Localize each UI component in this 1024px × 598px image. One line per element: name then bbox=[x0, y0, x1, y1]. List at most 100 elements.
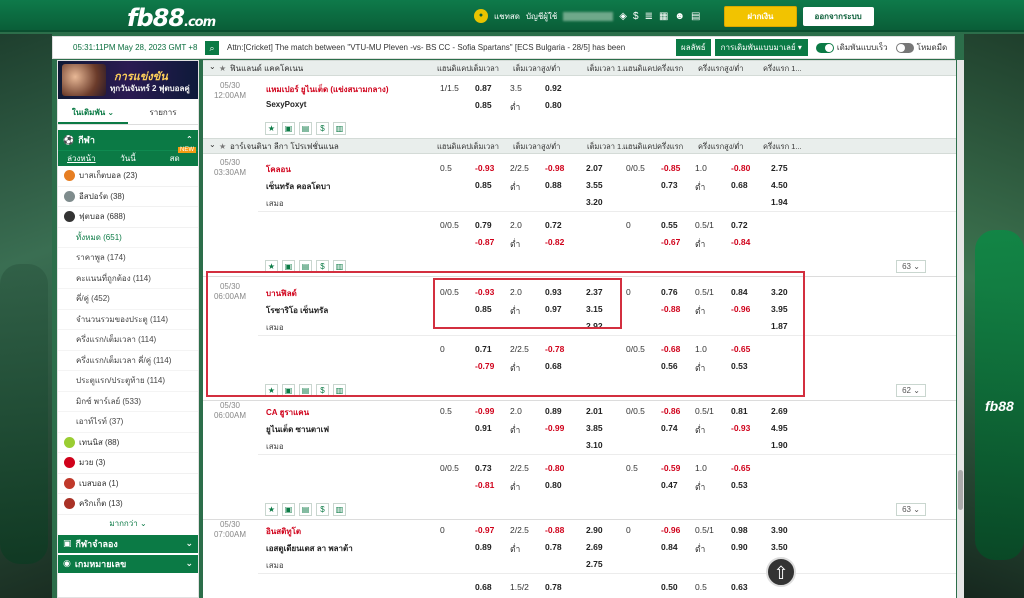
football-market-item[interactable]: ครึ่งแรก/เต็มเวลา คี่/คู่ (114) bbox=[58, 351, 198, 371]
odds-price[interactable]: -0.96 bbox=[661, 525, 680, 535]
sidebar-sport-item[interactable]: คริกเก็ต (13) bbox=[58, 494, 198, 515]
chevron-down-icon[interactable]: ⌄ bbox=[209, 140, 216, 149]
dollar-icon[interactable]: $ bbox=[633, 11, 639, 22]
odds-price[interactable]: 0.89 bbox=[545, 406, 562, 416]
sport-section-header[interactable]: ⚽ กีฬา ⌄ bbox=[58, 130, 198, 150]
odds-price[interactable]: 3.90 bbox=[771, 525, 788, 535]
cashout-icon[interactable]: $ bbox=[316, 503, 329, 516]
odds-price[interactable]: 2.75 bbox=[586, 559, 603, 569]
chart-icon[interactable]: ▥ bbox=[333, 122, 346, 135]
news-ticker[interactable]: Attn:[Cricket] The match between "VTU-MU… bbox=[227, 43, 671, 52]
odds-price[interactable]: 3.20 bbox=[586, 197, 603, 207]
odds-price[interactable]: 0.72 bbox=[545, 220, 562, 230]
odds-price[interactable]: 0.68 bbox=[731, 180, 748, 190]
football-market-item[interactable]: จำนวนรวมของประตู (114) bbox=[58, 310, 198, 330]
odds-price[interactable]: 0.88 bbox=[545, 180, 562, 190]
odds-price[interactable]: 0.98 bbox=[731, 525, 748, 535]
football-market-item[interactable]: ราคาพูล (174) bbox=[58, 248, 198, 269]
football-market-item[interactable]: ทั้งหมด (651) bbox=[58, 228, 198, 248]
odds-type-select[interactable]: การเดิมพันแบบมาเลย์ ▾ bbox=[714, 39, 808, 56]
dark-mode-toggle[interactable] bbox=[895, 42, 914, 53]
subtab-live[interactable]: สด bbox=[151, 152, 198, 165]
league-header[interactable]: ⌄ ★ ฟินแลนด์ แคคโคเนน แฮนดิแคปเต็มเวลา เต็มเ… bbox=[203, 60, 956, 76]
odds-price[interactable]: -0.85 bbox=[661, 163, 680, 173]
live-tv-icon[interactable]: ▣ bbox=[282, 122, 295, 135]
deposit-button[interactable]: ฝากเงิน bbox=[724, 5, 797, 27]
odds-price[interactable]: 0.79 bbox=[475, 220, 492, 230]
odds-price[interactable]: 3.50 bbox=[771, 542, 788, 552]
odds-price[interactable]: 3.55 bbox=[586, 180, 603, 190]
results-button[interactable]: ผลลัพธ์ bbox=[676, 39, 711, 56]
odds-price[interactable]: 0.90 bbox=[731, 542, 748, 552]
stats-icon[interactable]: ▤ bbox=[299, 503, 312, 516]
odds-price[interactable]: 0.87 bbox=[475, 83, 492, 93]
quick-bet-toggle[interactable] bbox=[815, 42, 834, 53]
league-header[interactable]: ⌄ ★ อาร์เจนตินา ลีกา โปรเฟชั่นแนล แฮนดิแคปเ… bbox=[203, 138, 956, 154]
more-markets-button[interactable]: 63 ⌄ bbox=[896, 503, 926, 516]
football-market-item[interactable]: คี่/คู่ (452) bbox=[58, 289, 198, 310]
tab-in-bet[interactable]: ในเดิมพัน ⌄ bbox=[58, 101, 128, 124]
odds-price[interactable]: 2.69 bbox=[586, 542, 603, 552]
favorite-icon[interactable]: ★ bbox=[265, 503, 278, 516]
more-markets-button[interactable]: 63 ⌄ bbox=[896, 260, 926, 273]
logout-button[interactable]: ออกจากระบบ bbox=[802, 6, 874, 26]
odds-price[interactable]: 0.80 bbox=[545, 100, 562, 110]
odds-price[interactable]: -0.97 bbox=[475, 525, 494, 535]
odds-price[interactable]: 0.73 bbox=[475, 463, 492, 473]
odds-price[interactable]: 0.92 bbox=[545, 83, 562, 93]
odds-price[interactable]: 2.01 bbox=[586, 406, 603, 416]
odds-price[interactable]: 0.81 bbox=[731, 406, 748, 416]
balance-icon[interactable]: ◈ bbox=[619, 11, 627, 22]
live-chat-link[interactable]: แชทสด bbox=[494, 10, 520, 23]
odds-price[interactable]: 0.74 bbox=[661, 423, 678, 433]
sidebar-sport-item[interactable]: บาสเก็ตบอล (23) bbox=[58, 166, 198, 187]
odds-price[interactable]: -0.82 bbox=[545, 237, 564, 247]
sports-icon[interactable]: ≣ bbox=[645, 11, 653, 22]
odds-price[interactable]: 0.78 bbox=[545, 542, 562, 552]
user-icon[interactable]: ☻ bbox=[674, 11, 685, 22]
odds-price[interactable]: -0.80 bbox=[731, 163, 750, 173]
vip-icon[interactable]: ▦ bbox=[659, 11, 668, 22]
odds-price[interactable]: -0.59 bbox=[661, 463, 680, 473]
odds-price[interactable]: 1.90 bbox=[771, 440, 788, 450]
sidebar-sport-item[interactable]: มวย (3) bbox=[58, 453, 198, 474]
odds-price[interactable]: 0.85 bbox=[475, 180, 492, 190]
number-game-header[interactable]: ◉ เกมหมายเลข ⌄ bbox=[58, 554, 198, 573]
football-market-item[interactable]: ครึ่งแรก/เต็มเวลา (114) bbox=[58, 330, 198, 351]
odds-price[interactable]: 0.72 bbox=[731, 220, 748, 230]
odds-price[interactable]: 2.07 bbox=[586, 163, 603, 173]
live-chat-icon[interactable]: ● bbox=[474, 9, 488, 23]
odds-price[interactable]: -0.88 bbox=[545, 525, 564, 535]
odds-price[interactable]: -0.67 bbox=[661, 237, 680, 247]
odds-price[interactable]: 2.69 bbox=[771, 406, 788, 416]
odds-price[interactable]: 0.78 bbox=[545, 582, 562, 592]
odds-price[interactable]: 0.85 bbox=[475, 100, 492, 110]
odds-price[interactable]: 3.85 bbox=[586, 423, 603, 433]
tab-list[interactable]: รายการ bbox=[128, 101, 198, 124]
odds-price[interactable]: 0.68 bbox=[475, 582, 492, 592]
live-tv-icon[interactable]: ▣ bbox=[282, 503, 295, 516]
football-market-item[interactable]: คะแนนที่ถูกต้อง (114) bbox=[58, 269, 198, 289]
odds-price[interactable]: -0.81 bbox=[475, 480, 494, 490]
search-icon[interactable]: ⌕ bbox=[205, 40, 219, 55]
sidebar-sport-item[interactable]: เบสบอล (1) bbox=[58, 474, 198, 494]
sidebar-sport-item[interactable]: เทนนิส (88) bbox=[58, 433, 198, 453]
odds-price[interactable]: -0.84 bbox=[731, 237, 750, 247]
star-icon[interactable]: ★ bbox=[219, 64, 226, 73]
chart-icon[interactable]: ▥ bbox=[333, 503, 346, 516]
scroll-to-top-button[interactable]: ⇧ bbox=[766, 557, 796, 587]
odds-price[interactable]: -0.80 bbox=[545, 463, 564, 473]
promo-banner[interactable]: การแข่งขัน ทุกวันจันทร์ 2 ฟุตบอลคู่ bbox=[58, 61, 198, 99]
odds-price[interactable]: -0.99 bbox=[545, 423, 564, 433]
star-icon[interactable]: ★ bbox=[219, 142, 226, 151]
odds-price[interactable]: 2.90 bbox=[586, 525, 603, 535]
odds-price[interactable]: 3.10 bbox=[586, 440, 603, 450]
cashout-icon[interactable]: $ bbox=[316, 122, 329, 135]
odds-price[interactable]: 2.75 bbox=[771, 163, 788, 173]
odds-price[interactable]: 4.95 bbox=[771, 423, 788, 433]
notes-icon[interactable]: ▤ bbox=[691, 11, 700, 22]
subtab-today[interactable]: วันนี้ bbox=[105, 152, 152, 165]
more-markets-button[interactable]: 62 ⌄ bbox=[896, 384, 926, 397]
odds-price[interactable]: 0.84 bbox=[661, 542, 678, 552]
football-market-item[interactable]: ประตูแรก/ประตูท้าย (114) bbox=[58, 371, 198, 392]
